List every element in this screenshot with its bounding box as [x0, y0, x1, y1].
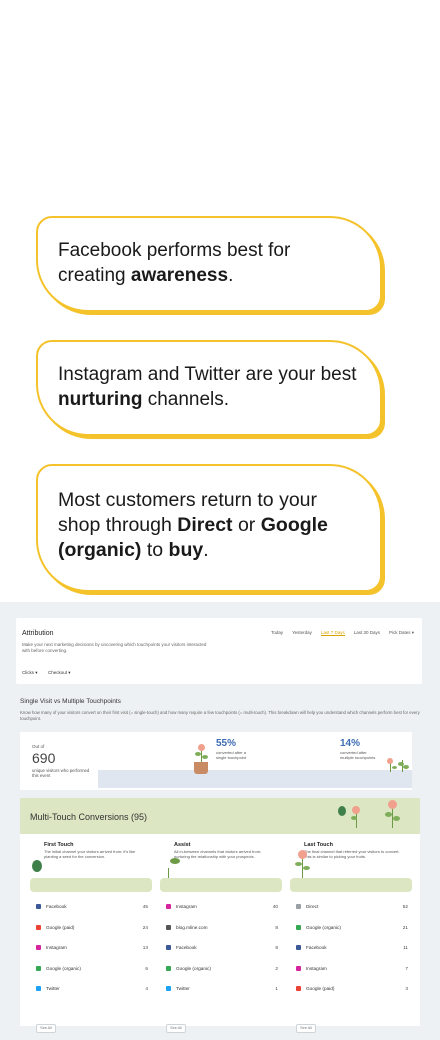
- instagram-icon: [166, 904, 171, 909]
- list-item[interactable]: Twitter 1: [160, 978, 282, 999]
- tab-last-7-days[interactable]: Last 7 Days: [320, 630, 345, 636]
- column-description: The final channel that referred your vis…: [304, 849, 400, 859]
- list-item[interactable]: Facebook 11: [290, 937, 412, 958]
- callout-buy: Most customers return to your shop throu…: [36, 464, 382, 592]
- section-title: Single Visit vs Multiple Touchpoints: [20, 698, 121, 705]
- list-item[interactable]: Twitter 4: [30, 978, 152, 999]
- event-dropdown[interactable]: Clicks ▾: [22, 670, 38, 676]
- callout-bold: Direct: [177, 514, 233, 536]
- facebook-icon: [296, 945, 301, 950]
- callout-bold: buy: [168, 539, 204, 561]
- google-icon: [296, 924, 301, 930]
- column-title: Last Touch: [304, 842, 333, 848]
- callout-bold: awareness: [130, 265, 229, 286]
- callout-text: .: [203, 539, 209, 561]
- instagram-icon: [296, 965, 301, 971]
- multi-touch-title: Multi-Touch Conversions (95): [30, 812, 148, 822]
- column-title: Assist: [174, 842, 191, 848]
- see-all-button[interactable]: See All: [166, 1024, 186, 1033]
- multi-touch-card: Multi-Touch Conversions (95) First Touch…: [20, 798, 420, 1033]
- column-title: First Touch: [44, 842, 74, 848]
- total-visitors-label: unique visitors who performed this event: [32, 768, 90, 778]
- callout-text: to: [141, 539, 169, 561]
- visits-summary-card: Out of 690 unique visitors who performed…: [20, 732, 412, 790]
- channel-list: Instagram 40 blog.mline.com 8 Facebook 8 Go…: [160, 896, 282, 999]
- callout-text: or: [232, 514, 261, 536]
- callout-text: Instagram and Twitter are your best: [58, 364, 357, 385]
- tab-pick-dates[interactable]: Pick Dates ▾: [389, 630, 414, 636]
- google-icon: [36, 965, 41, 971]
- tab-last-30-days[interactable]: Last 30 Days: [354, 630, 380, 636]
- single-touch-label: converted after a single touchpoint: [216, 750, 247, 760]
- ground-strip: [290, 878, 412, 892]
- list-item[interactable]: Google (organic) 21: [290, 917, 412, 938]
- google-icon: [166, 965, 171, 971]
- date-range-tabs: Today Yesterday Last 7 Days Last 30 Days…: [271, 630, 414, 636]
- callout-awareness: Facebook performs best for creating awar…: [36, 216, 382, 312]
- list-item[interactable]: Google (paid) 24: [30, 917, 152, 938]
- see-all-button[interactable]: See All: [36, 1024, 56, 1033]
- tab-yesterday[interactable]: Yesterday: [292, 630, 312, 636]
- callout-bold: nurturing: [58, 389, 143, 410]
- ground-strip: [98, 770, 412, 788]
- callout-text: channels.: [142, 389, 230, 410]
- page-description: Make your next marketing decisions by un…: [22, 642, 207, 653]
- list-item[interactable]: Google (organic) 6: [30, 958, 152, 979]
- list-item[interactable]: Facebook 45: [30, 896, 152, 917]
- attribution-dashboard: Attribution Make your next marketing dec…: [0, 602, 440, 1040]
- ground-strip: [30, 878, 152, 892]
- list-item[interactable]: Direct 52: [290, 896, 412, 917]
- google-icon: [36, 924, 41, 930]
- multi-touch-label: converted after multiple touchpoints: [340, 750, 376, 760]
- column-description: The initial channel your visitors arrive…: [44, 849, 136, 859]
- instagram-icon: [36, 945, 41, 950]
- section-description: Know how many of your visitors convert o…: [20, 710, 420, 721]
- list-item[interactable]: Google (paid) 3: [290, 978, 412, 999]
- multi-touch-percent: 14%: [340, 738, 361, 749]
- list-item[interactable]: Instagram 13: [30, 937, 152, 958]
- total-visitors: 690: [32, 750, 56, 766]
- ground-strip: [160, 878, 282, 892]
- channel-list: Direct 52 Google (organic) 21 Facebook 11 I…: [290, 896, 412, 999]
- callout-text: .: [228, 265, 234, 286]
- twitter-icon: [36, 986, 41, 991]
- facebook-icon: [166, 945, 171, 950]
- single-touch-percent: 55%: [216, 738, 237, 749]
- attribution-header-card: Attribution Make your next marketing dec…: [16, 618, 422, 684]
- list-item[interactable]: blog.mline.com 8: [160, 917, 282, 938]
- twitter-icon: [166, 986, 171, 991]
- mail-icon: [166, 924, 171, 930]
- page-title: Attribution: [22, 630, 54, 637]
- google-icon: [296, 986, 301, 991]
- facebook-icon: [36, 904, 41, 909]
- list-item[interactable]: Instagram 7: [290, 958, 412, 979]
- out-of-label: Out of: [32, 744, 45, 749]
- column-description: All in-between channels that visitors ar…: [174, 849, 262, 859]
- direct-icon: [296, 904, 301, 909]
- list-item[interactable]: Instagram 40: [160, 896, 282, 917]
- goal-dropdown[interactable]: Checkout ▾: [48, 670, 71, 676]
- list-item[interactable]: Google (organic) 2: [160, 958, 282, 979]
- list-item[interactable]: Facebook 8: [160, 937, 282, 958]
- callout-nurturing: Instagram and Twitter are your best nurt…: [36, 340, 382, 436]
- see-all-button[interactable]: See All: [296, 1024, 316, 1033]
- channel-list: Facebook 45 Google (paid) 24 Instagram 13 G…: [30, 896, 152, 999]
- tab-today[interactable]: Today: [271, 630, 283, 636]
